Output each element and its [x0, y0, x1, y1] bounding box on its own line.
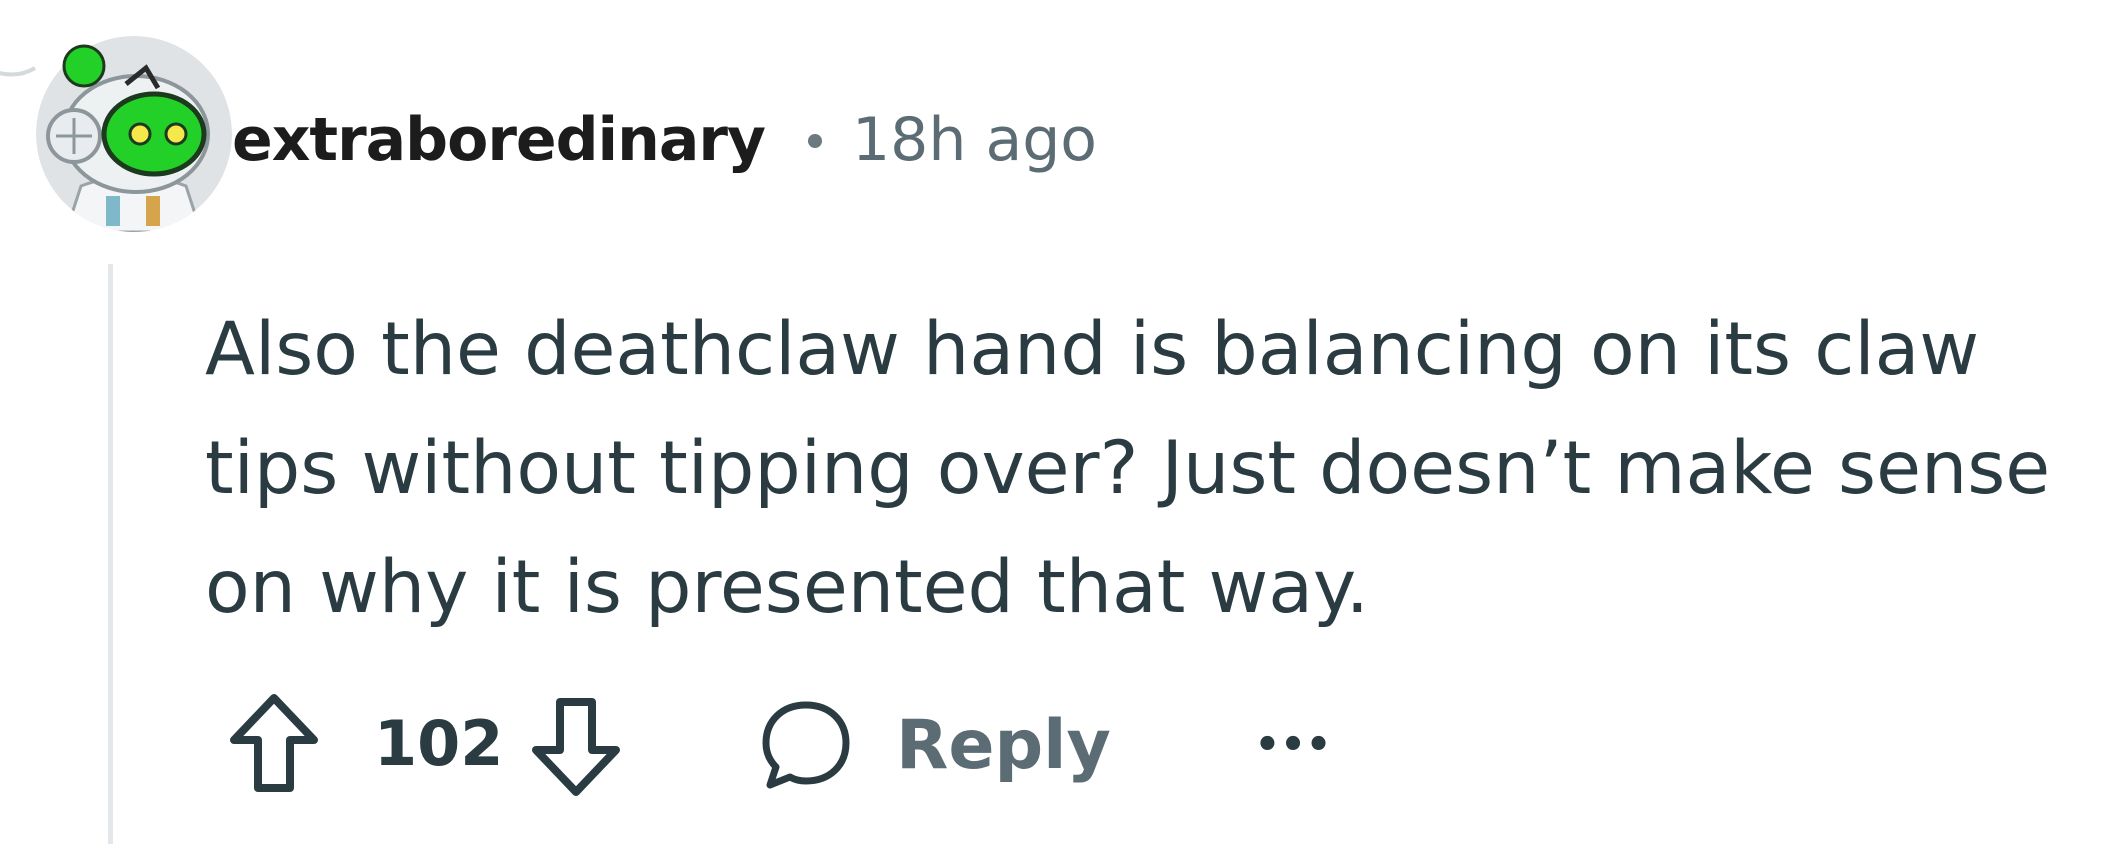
speech-bubble-icon — [762, 701, 850, 789]
avatar[interactable] — [36, 36, 232, 232]
downvote-button[interactable] — [530, 690, 622, 800]
comment-author[interactable]: extraboredinary — [232, 104, 766, 176]
reply-button[interactable]: Reply — [758, 690, 1111, 800]
comment-body: Also the deathclaw hand is balancing on … — [205, 307, 2051, 630]
more-options-button[interactable]: ••• — [1248, 720, 1338, 770]
snoo-astronaut-avatar-icon — [36, 36, 232, 232]
comment-timestamp[interactable]: 18h ago — [852, 104, 1097, 176]
vote-count: 102 — [374, 707, 504, 780]
thread-line[interactable] — [108, 264, 113, 844]
meta-separator-dot — [808, 134, 822, 148]
upvote-arrow-icon — [230, 694, 318, 792]
downvote-arrow-icon — [532, 698, 620, 796]
upvote-button[interactable] — [228, 690, 320, 800]
reply-label: Reply — [896, 705, 1111, 785]
